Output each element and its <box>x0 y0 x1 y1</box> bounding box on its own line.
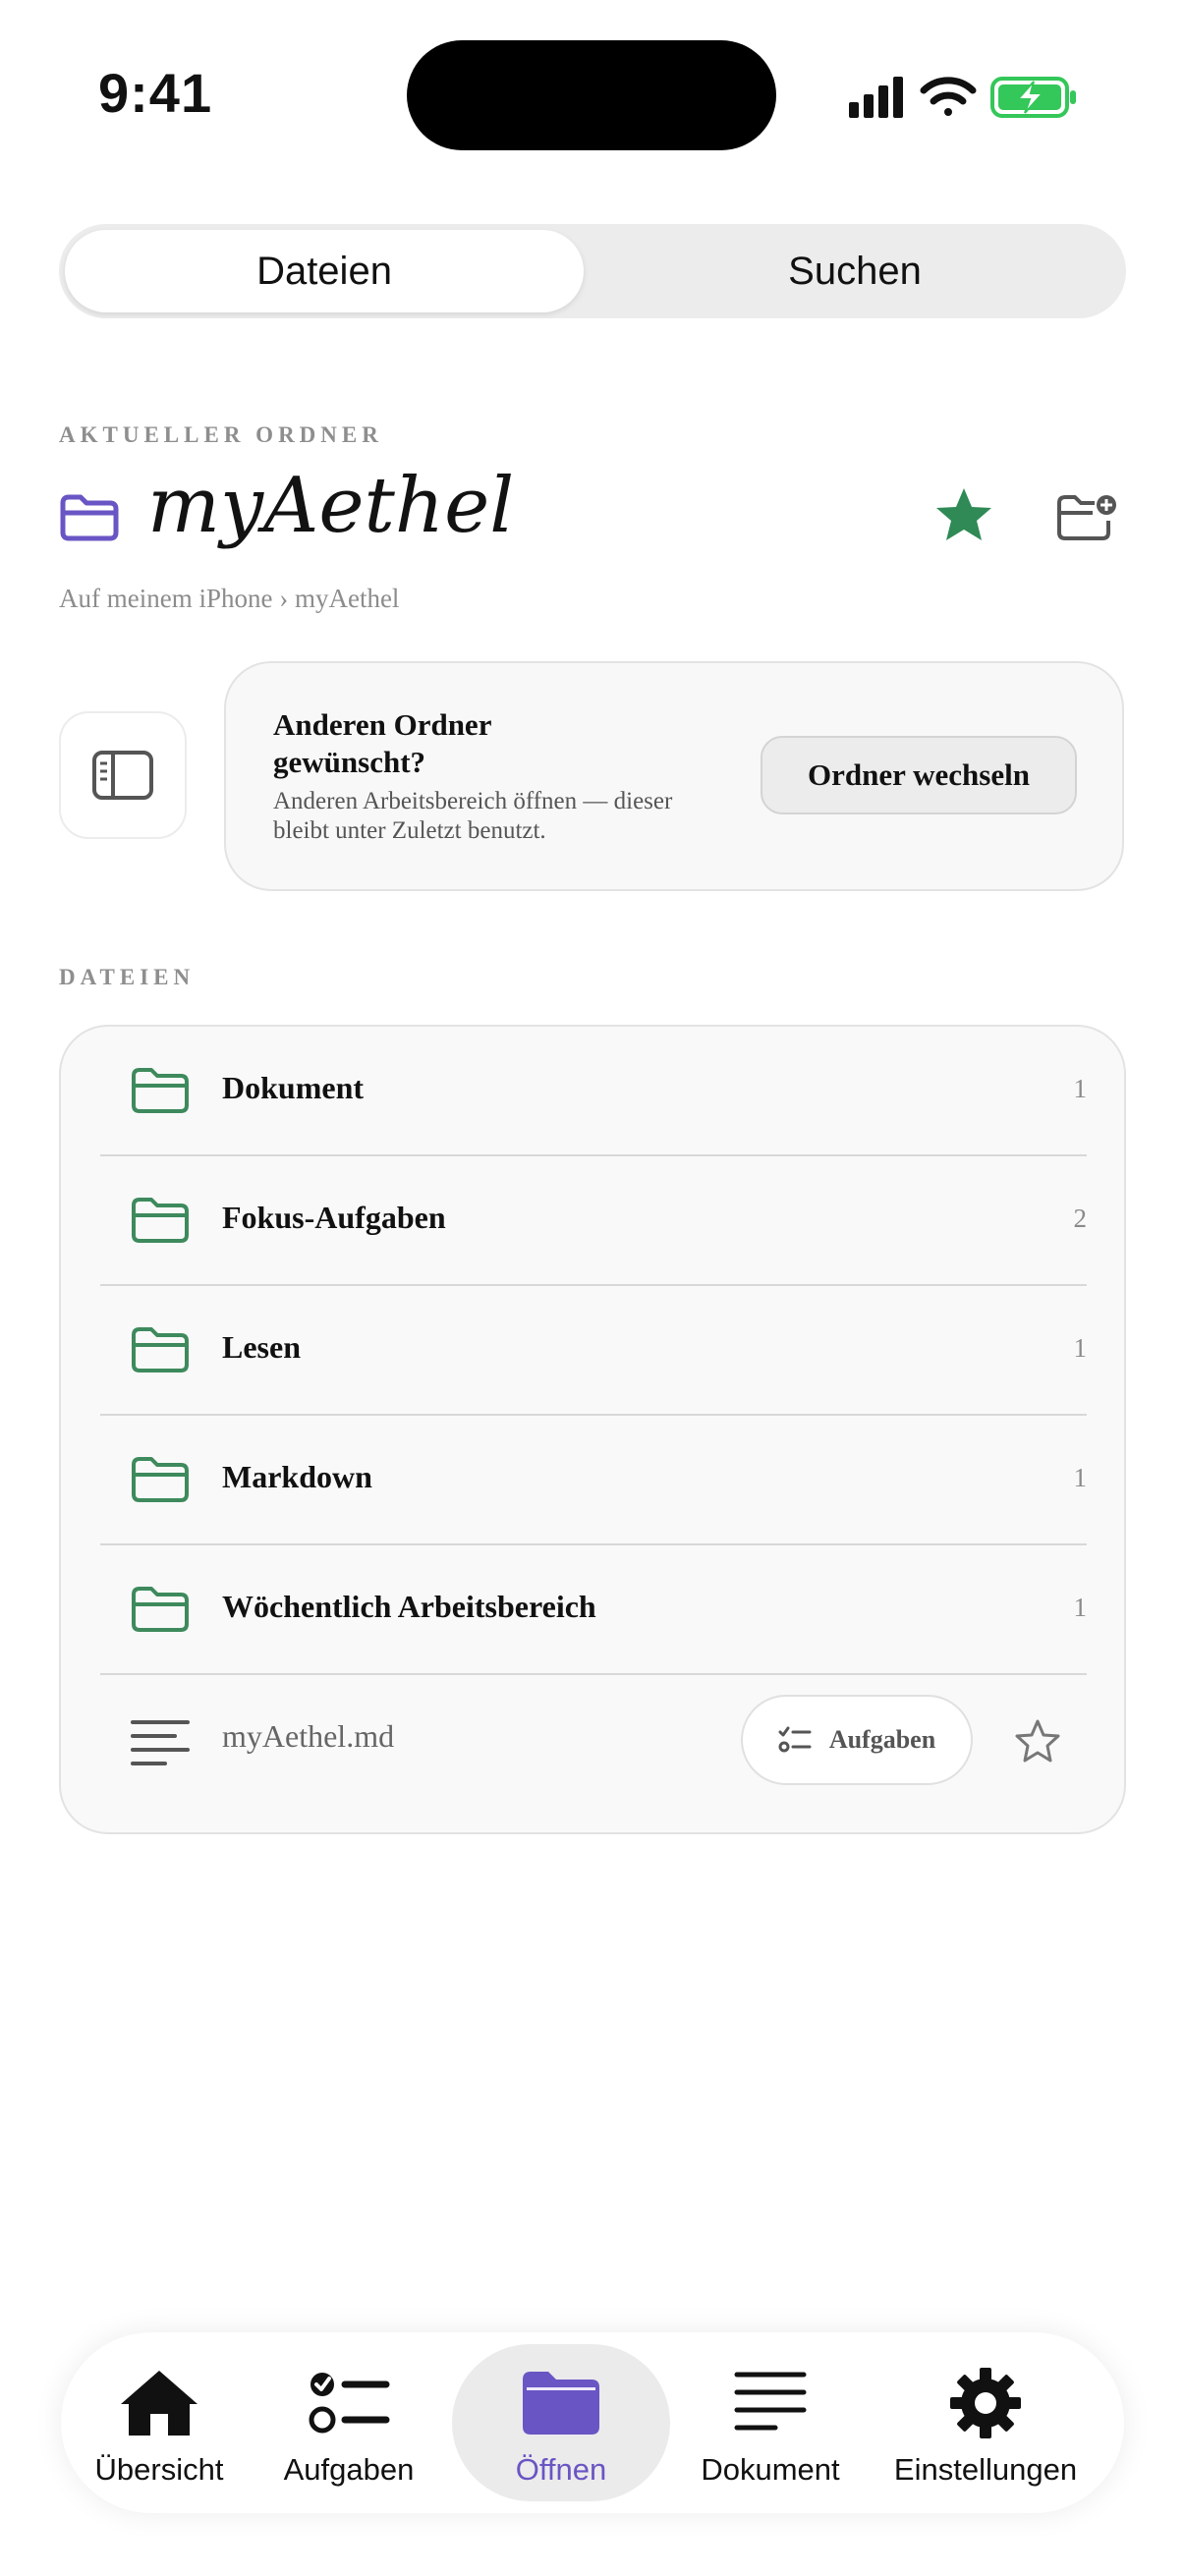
folder-name: Markdown <box>222 1459 372 1494</box>
folder-name: Wöchentlich Arbeitsbereich <box>222 1589 596 1624</box>
tasks-button-label: Aufgaben <box>828 1725 936 1754</box>
switch-card-description: Anderen Arbeitsbereich öffnen — dieser b… <box>273 788 673 844</box>
new-folder-icon[interactable] <box>1055 491 1118 547</box>
checklist-icon <box>778 1726 812 1753</box>
folder-row-fokus-aufgaben[interactable]: Fokus-Aufgaben 2 <box>100 1156 1087 1286</box>
folder-icon <box>130 1325 191 1379</box>
tab-dokument[interactable]: Dokument <box>672 2332 869 2513</box>
tab-label: Übersicht <box>94 2452 224 2487</box>
sidebar-icon <box>92 751 153 800</box>
folder-count: 1 <box>1073 1463 1088 1492</box>
favorite-star-icon[interactable] <box>933 485 994 549</box>
folder-name: Lesen <box>222 1329 301 1365</box>
document-text-icon <box>130 1718 191 1774</box>
file-name: myAethel.md <box>222 1718 395 1754</box>
current-folder-title: myAethel <box>147 462 515 550</box>
tab-label: Öffnen <box>515 2452 607 2487</box>
files-search-segmented-control: Dateien Suchen <box>59 224 1126 318</box>
folder-count: 2 <box>1073 1204 1088 1233</box>
folder-count: 1 <box>1073 1593 1088 1622</box>
tab-label: Einstellungen <box>893 2452 1078 2487</box>
tab-aufgaben[interactable]: Aufgaben <box>257 2332 440 2513</box>
wifi-icon <box>920 77 977 116</box>
tab-oeffnen[interactable]: Öffnen <box>452 2332 670 2513</box>
segment-files[interactable]: Dateien <box>65 230 584 312</box>
switch-card-title: Anderen Ordner gewünscht? <box>273 707 491 779</box>
folder-icon <box>59 493 120 547</box>
text-lines-icon <box>734 2362 807 2444</box>
folder-icon <box>521 2362 601 2444</box>
cellular-signal-icon <box>849 77 903 118</box>
folder-icon <box>130 1455 191 1509</box>
breadcrumb: Auf meinem iPhone › myAethel <box>59 584 400 613</box>
house-icon <box>117 2362 201 2444</box>
dynamic-island <box>407 40 776 150</box>
segment-search[interactable]: Suchen <box>590 230 1120 312</box>
tab-einstellungen[interactable]: Einstellungen <box>873 2332 1099 2513</box>
folder-count: 1 <box>1073 1074 1088 1103</box>
current-folder-section-label: AKTUELLER ORDNER <box>59 422 383 447</box>
folder-row-dokument[interactable]: Dokument 1 <box>100 1027 1087 1156</box>
folder-row-lesen[interactable]: Lesen 1 <box>100 1286 1087 1416</box>
gear-icon <box>948 2362 1023 2444</box>
file-row-myaethel-md[interactable]: myAethel.md Aufgaben <box>100 1675 1087 1803</box>
sidebar-toggle-button[interactable] <box>59 711 187 839</box>
switch-folder-card: Anderen Ordner gewünscht? Anderen Arbeit… <box>224 661 1124 891</box>
folder-row-woechentlich-arbeitsbereich[interactable]: Wöchentlich Arbeitsbereich 1 <box>100 1545 1087 1675</box>
star-outline-icon[interactable] <box>1014 1718 1061 1768</box>
battery-charging-icon <box>990 77 1076 118</box>
files-list: Dokument 1 Fokus-Aufgaben 2 Lesen 1 Mark… <box>59 1025 1126 1834</box>
files-section-label: DATEIEN <box>59 965 196 989</box>
tab-label: Dokument <box>701 2452 840 2487</box>
folder-name: Fokus-Aufgaben <box>222 1200 446 1235</box>
tab-label: Aufgaben <box>283 2452 415 2487</box>
checklist-icon <box>308 2362 390 2444</box>
status-icons <box>847 73 1083 122</box>
folder-count: 1 <box>1073 1333 1088 1363</box>
status-time: 9:41 <box>98 62 213 124</box>
folder-icon <box>130 1196 191 1250</box>
folder-icon <box>130 1066 191 1120</box>
folder-row-markdown[interactable]: Markdown 1 <box>100 1416 1087 1545</box>
tab-uebersicht[interactable]: Übersicht <box>61 2332 257 2513</box>
tab-bar: Übersicht Aufgaben Öffnen Dokument Einst… <box>61 2332 1124 2513</box>
folder-icon <box>130 1585 191 1639</box>
folder-name: Dokument <box>222 1070 365 1105</box>
switch-folder-button[interactable]: Ordner wechseln <box>761 736 1077 814</box>
tasks-button[interactable]: Aufgaben <box>741 1695 973 1785</box>
